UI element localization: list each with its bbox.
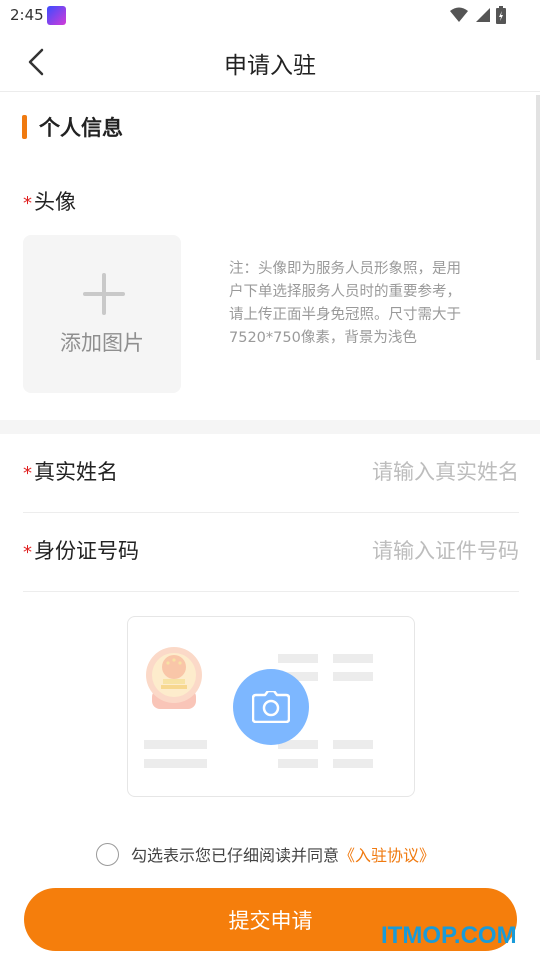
avatar-label-text: 头像	[34, 190, 76, 214]
national-emblem-icon	[146, 647, 202, 709]
agreement-link[interactable]: 《入驻协议》	[339, 842, 435, 866]
section-divider	[0, 420, 540, 434]
plus-icon-vertical	[102, 273, 106, 315]
required-mark: *	[23, 542, 32, 563]
nav-bar: 申请入驻	[0, 32, 540, 92]
agree-checkbox[interactable]	[96, 842, 119, 866]
camera-icon	[252, 691, 290, 723]
real-name-input[interactable]	[289, 454, 519, 490]
agreement-text: 勾选表示您已仔细阅读并同意	[131, 846, 340, 865]
id-number-input[interactable]	[289, 533, 519, 569]
required-mark: *	[23, 463, 32, 484]
section-accent-bar	[22, 115, 27, 139]
section-title: 个人信息	[39, 116, 123, 140]
id-number-label: *身份证号码	[23, 535, 139, 565]
real-name-label: *真实姓名	[23, 456, 118, 486]
required-mark: *	[23, 193, 32, 214]
avatar-label: *头像	[23, 186, 76, 216]
id-card-upload[interactable]	[127, 616, 415, 797]
status-bar: 2:45	[0, 0, 540, 32]
signal-icon	[476, 8, 490, 22]
id-number-label-text: 身份证号码	[34, 539, 139, 563]
agreement: 勾选表示您已仔细阅读并同意 《入驻协议》	[96, 840, 435, 868]
id-number-row: *身份证号码	[23, 513, 519, 592]
page-title: 申请入驻	[224, 53, 316, 79]
section-header: 个人信息	[22, 112, 123, 142]
real-name-label-text: 真实姓名	[34, 460, 118, 484]
battery-icon	[496, 6, 506, 24]
camera-button[interactable]	[233, 669, 309, 745]
avatar-upload-label: 添加图片	[60, 331, 144, 355]
app-notification-icon	[47, 6, 66, 25]
status-icons	[450, 6, 506, 24]
scroll-indicator[interactable]	[536, 95, 540, 360]
real-name-row: *真实姓名	[23, 434, 519, 513]
avatar-upload-button[interactable]: 添加图片	[23, 235, 181, 393]
watermark: ITMOP.COM	[381, 922, 517, 949]
wifi-icon	[450, 7, 468, 22]
status-time: 2:45	[10, 6, 44, 24]
avatar-note: 注：头像即为服务人员形象照，是用户下单选择服务人员时的重要参考，请上传正面半身免…	[229, 261, 461, 346]
